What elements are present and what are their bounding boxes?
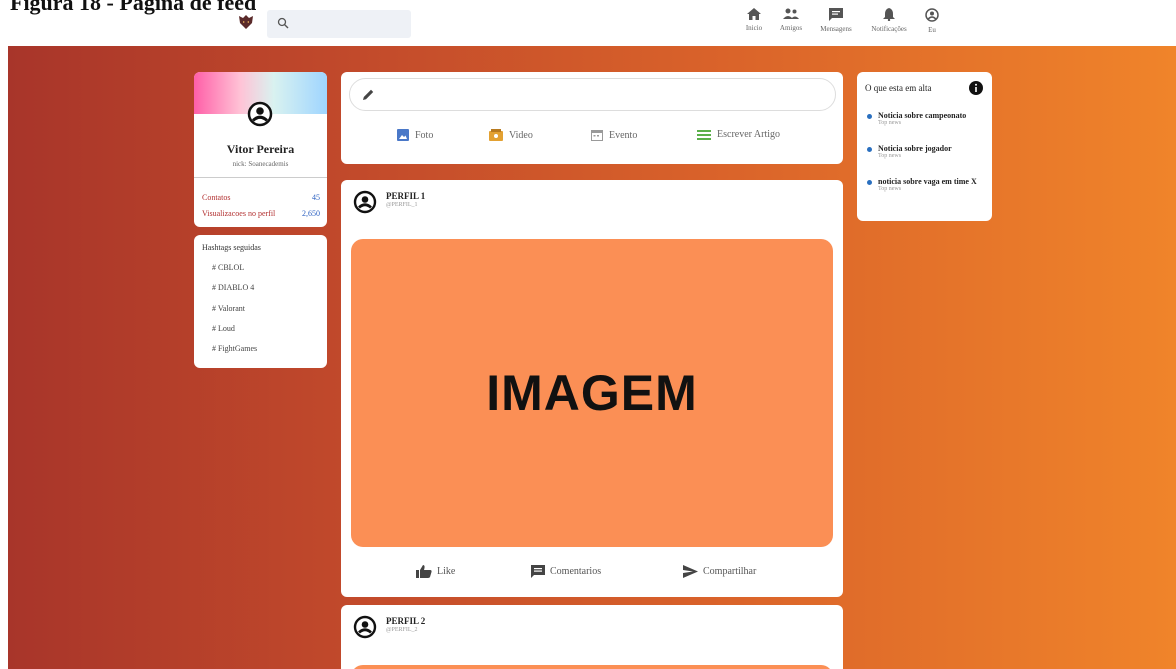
home-icon (747, 8, 761, 20)
figure-caption: Figura 18 - Página de feed (10, 0, 257, 15)
post-composer: Foto Video Evento Escrever Artigo (341, 72, 843, 164)
like-icon (416, 565, 432, 578)
hashtag-item[interactable]: # Valorant (212, 304, 245, 313)
post-image[interactable] (351, 665, 833, 669)
friends-icon (783, 8, 799, 19)
news-title: Noticia sobre jogador (878, 144, 952, 153)
hashtag-item[interactable]: # Loud (212, 324, 235, 333)
action-label: Foto (415, 129, 434, 141)
nav-label: Eu (928, 26, 936, 34)
pencil-icon (363, 89, 374, 100)
share-button[interactable]: Compartilhar (683, 565, 756, 578)
trending-card: O que esta em alta Noticia sobre campeon… (857, 72, 992, 221)
trending-item[interactable]: Noticia sobre jogador Top news (867, 144, 987, 159)
avatar-icon[interactable] (246, 100, 274, 128)
nav-item-eu[interactable]: Eu (902, 8, 962, 34)
image-placeholder-text: IMAGEM (486, 365, 698, 421)
search-icon (277, 17, 289, 29)
search-input[interactable] (267, 10, 411, 38)
compose-input[interactable] (349, 78, 836, 111)
video-icon (489, 129, 503, 141)
like-button[interactable]: Like (416, 565, 455, 578)
post-title[interactable]: PERFIL 2 (386, 616, 425, 626)
message-icon (829, 8, 843, 21)
trending-item[interactable]: noticia sobre vaga em time X Top news (867, 177, 987, 192)
post-avatar-icon[interactable] (353, 615, 377, 639)
info-icon[interactable] (969, 81, 983, 95)
bullet (867, 147, 872, 152)
share-icon (683, 565, 698, 578)
hashtag-label: Loud (218, 324, 235, 333)
stat-contatos[interactable]: Contatos 45 (202, 193, 320, 202)
article-icon (697, 129, 711, 140)
action-label: Compartilhar (703, 566, 757, 577)
stat-label: Visualizacoes no perfil (202, 209, 276, 218)
stat-value: 45 (312, 193, 320, 202)
post-card: PERFIL 1 @PERFIL_1 IMAGEM Like Comentari… (341, 180, 843, 597)
news-title: noticia sobre vaga em time X (878, 177, 977, 186)
hashtag-label: Valorant (217, 304, 245, 313)
comment-button[interactable]: Comentarios (531, 565, 601, 578)
event-button[interactable]: Evento (591, 129, 637, 141)
hashtag-label: FightGames (218, 344, 258, 353)
profile-name[interactable]: Vitor Pereira (194, 142, 327, 157)
photo-button[interactable]: Foto (397, 129, 433, 141)
nav-item-mensagens[interactable]: Mensagens (806, 8, 866, 33)
divider (194, 177, 327, 178)
hashtags-title: Hashtags seguidas (202, 243, 261, 252)
comment-icon (531, 565, 545, 578)
bullet (867, 180, 872, 185)
nav-label: Mensagens (820, 25, 852, 33)
bullet (867, 114, 872, 119)
hashtag-label: CBLOL (218, 263, 245, 272)
photo-icon (397, 129, 409, 141)
hashtag-label: DIABLO 4 (218, 283, 255, 292)
profile-card: Vitor Pereira nick: Soanecademis Contato… (194, 72, 327, 227)
calendar-icon (591, 130, 603, 141)
hashtags-card: Hashtags seguidas # CBLOL # DIABLO 4 # V… (194, 235, 327, 368)
action-label: Escrever Artigo (717, 129, 781, 140)
post-card: PERFIL 2 @PERFIL_2 (341, 605, 843, 669)
write-article-button[interactable]: Escrever Artigo (697, 129, 780, 140)
hashtag-item[interactable]: # CBLOL (212, 263, 244, 272)
post-handle: @PERFIL_2 (386, 627, 418, 633)
stat-visualizacoes[interactable]: Visualizacoes no perfil 2,650 (202, 209, 320, 218)
stat-value: 2,650 (302, 209, 320, 218)
profile-nick: nick: Soanecademis (232, 160, 289, 168)
account-icon (925, 8, 939, 22)
news-source: Top news (878, 120, 902, 126)
video-button[interactable]: Video (489, 129, 533, 141)
nav-label: Amigos (779, 24, 803, 32)
trending-title: O que esta em alta (865, 83, 932, 93)
trending-item[interactable]: Noticia sobre campeonato Top news (867, 111, 987, 126)
top-bar: Figura 18 - Página de feed Inicio Amigos… (0, 0, 1176, 46)
hashtag-item[interactable]: # FightGames (212, 344, 257, 353)
nav-label: Inicio (745, 24, 763, 32)
post-handle: @PERFIL_1 (386, 202, 418, 208)
post-image[interactable]: IMAGEM (351, 239, 833, 547)
bell-icon (883, 8, 895, 21)
action-label: Like (437, 566, 456, 577)
post-avatar-icon[interactable] (353, 190, 377, 214)
news-source: Top news (878, 153, 902, 159)
post-title[interactable]: PERFIL 1 (386, 191, 425, 201)
stat-label: Contatos (202, 193, 231, 202)
action-label: Evento (609, 129, 638, 141)
news-title: Noticia sobre campeonato (878, 111, 967, 120)
action-label: Video (509, 129, 533, 141)
action-label: Comentarios (550, 566, 602, 577)
logo-icon[interactable] (236, 12, 256, 32)
hashtag-item[interactable]: # DIABLO 4 (212, 283, 254, 292)
news-source: Top news (878, 186, 902, 192)
